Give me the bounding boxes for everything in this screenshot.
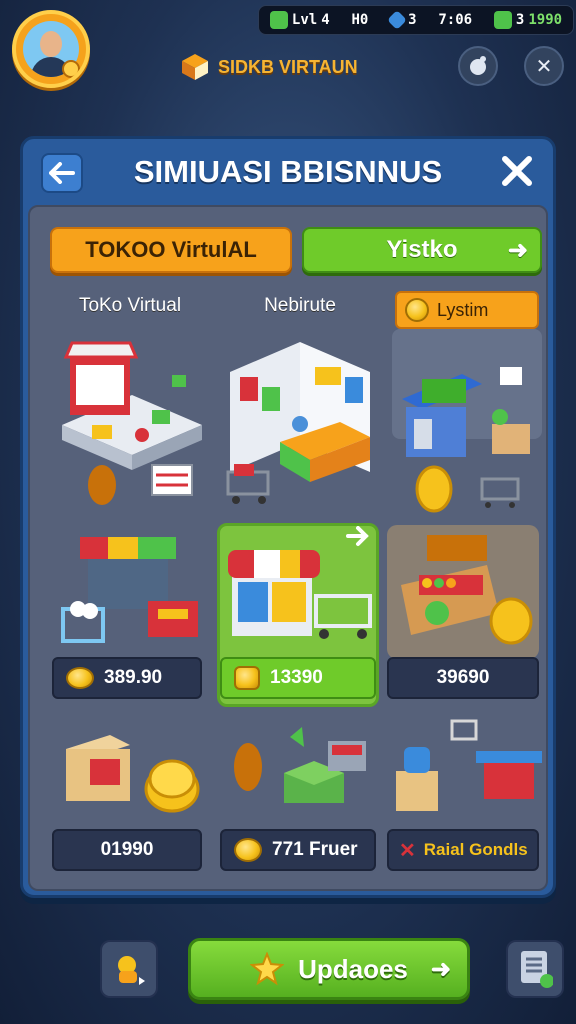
price-value: 771 Fruer — [272, 839, 358, 860]
category-lystim[interactable]: Lystim — [395, 291, 539, 329]
gems-value: 3 — [408, 12, 417, 28]
game-title: SIDKB VIRTAUN — [180, 52, 400, 82]
tab-yistko-label: Yistko — [386, 236, 458, 263]
shop-price-1[interactable]: 389.90 — [52, 657, 202, 699]
shop-kiosk-illustration[interactable] — [392, 329, 542, 519]
shop-price-5[interactable]: 771 Fruer — [220, 829, 376, 871]
gem-icon — [387, 10, 408, 30]
price-value: 13390 — [270, 667, 323, 688]
coin-icon — [234, 838, 262, 862]
simulation-panel: SIMIUASI BBISNNUS TOKOO VirtulAL Yistko … — [20, 136, 556, 898]
price-value: 39690 — [436, 667, 490, 688]
shop-shelf-illustration[interactable] — [392, 715, 542, 819]
close-icon: ✕ — [535, 54, 553, 78]
tab-toko-virtual-label: TOKOO VirtulAL — [85, 237, 257, 262]
coin-icon — [66, 667, 94, 689]
shop-fruit-stand-illustration — [401, 535, 533, 645]
resource-level: Lvl 4 — [269, 11, 330, 29]
top-close-button[interactable]: ✕ — [524, 46, 564, 86]
panel-close-button[interactable] — [495, 149, 539, 193]
arrow-right-icon: ➜ — [430, 955, 451, 983]
panel-title: SIMIUASI BBISNNUS — [133, 154, 443, 189]
notification-icon — [470, 56, 486, 75]
fruit-stand-tile[interactable] — [387, 525, 539, 659]
resource-bar: Lvl 4 H0 3 7:06 3 1990 — [258, 5, 574, 35]
panel-header: SIMIUASI BBISNNUS — [23, 139, 553, 205]
level-label: Lvl — [291, 12, 318, 28]
shop-storefront-illustration[interactable] — [52, 335, 202, 515]
store-logo-icon — [182, 54, 208, 80]
menu-button[interactable] — [506, 940, 564, 998]
back-button[interactable] — [41, 153, 83, 193]
close-icon — [502, 156, 532, 186]
category-lystim-label: Lystim — [437, 299, 489, 320]
arrow-right-icon: ➜ — [507, 236, 528, 264]
shop-price-6[interactable]: ✕ Raial Gondls — [387, 829, 539, 871]
resource-gems: 3 — [387, 10, 417, 30]
resource-coins: H0 — [351, 12, 368, 28]
shop-booth-illustration[interactable] — [58, 529, 208, 659]
resource-time: 7:06 — [438, 12, 472, 28]
cash-label: 3 — [515, 12, 525, 28]
character-icon — [118, 956, 145, 985]
shop-box-illustration[interactable] — [60, 719, 200, 819]
tab-yistko[interactable]: Yistko ➜ — [302, 227, 542, 273]
time-value: 7:06 — [438, 12, 473, 28]
category-nebirute: Nebirute — [264, 295, 336, 316]
notification-button[interactable] — [458, 46, 498, 86]
shop-price-4[interactable]: 01990 — [52, 829, 202, 871]
cash-icon — [493, 11, 512, 29]
avatar-badge — [62, 60, 80, 78]
price-value: 389.90 — [104, 667, 163, 688]
profile-button[interactable] — [100, 940, 158, 998]
level-icon — [269, 11, 288, 29]
shop-price-3[interactable]: 39690 — [387, 657, 539, 699]
panel-body: TOKOO VirtulAL Yistko ➜ ToKo Virtual Neb… — [28, 205, 548, 891]
back-arrow-icon — [49, 162, 75, 184]
shop-produce-illustration[interactable] — [228, 717, 378, 817]
cash-value: 1990 — [528, 12, 563, 28]
player-avatar[interactable] — [12, 10, 90, 88]
shop-grocery-illustration — [228, 526, 372, 639]
shop-price-2[interactable]: 13390 — [220, 657, 376, 699]
resource-cash: 3 1990 — [493, 11, 563, 29]
tab-toko-virtual[interactable]: TOKOO VirtulAL — [50, 227, 292, 273]
coin-icon — [405, 298, 429, 322]
shop-market-illustration[interactable] — [220, 332, 380, 517]
updates-label: Updaoes — [298, 953, 408, 984]
category-toko-virtual: ToKo Virtual — [78, 295, 182, 316]
game-title-text: SIDKB VIRTAUN — [218, 56, 358, 77]
coins-value: H0 — [351, 12, 369, 28]
updates-button[interactable]: Updaoes ➜ — [188, 938, 470, 1000]
price-value: Raial Gondls — [423, 840, 528, 859]
price-value: 01990 — [100, 839, 154, 860]
cross-icon: ✕ — [399, 839, 416, 862]
star-icon — [250, 952, 285, 986]
list-icon — [521, 951, 553, 988]
level-value: 4 — [321, 12, 330, 28]
cash-stack-icon — [234, 666, 260, 690]
